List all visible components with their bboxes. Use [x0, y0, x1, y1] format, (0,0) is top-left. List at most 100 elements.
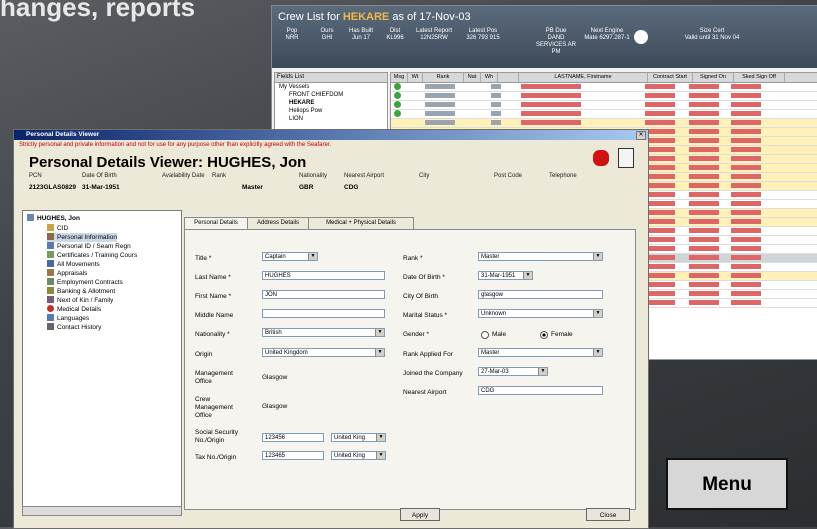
tree-item-my-vessels[interactable]: My Vessels	[275, 83, 387, 91]
tree-item-next-of-kin[interactable]: Next of Kin / Family	[47, 296, 113, 305]
table-cell	[689, 219, 719, 224]
col-header[interactable]: Contract Start	[648, 73, 693, 82]
col-header[interactable]: LASTNAME, Firstname	[519, 73, 648, 82]
table-cell	[645, 210, 675, 215]
tree-item-employment[interactable]: Employment Contracts	[47, 278, 123, 287]
table-cell	[731, 102, 761, 107]
col-header[interactable]: Wh	[481, 73, 498, 82]
table-cell	[425, 84, 455, 89]
marital-status-label: Marital Status *	[403, 312, 448, 319]
table-cell	[731, 192, 761, 197]
gender-male-label: Male	[492, 331, 507, 338]
tree-scrollbar[interactable]	[22, 506, 182, 516]
col-header[interactable]: Rank	[423, 73, 464, 82]
table-cell	[645, 201, 675, 206]
tree-item-personal-information[interactable]: Personal Information	[47, 233, 117, 242]
table-cell	[731, 210, 761, 215]
tree-item-movements[interactable]: All Movements	[47, 260, 100, 269]
tree-item-vessel[interactable]: LION	[275, 115, 387, 123]
table-cell	[645, 183, 675, 188]
last-name-label: Last Name *	[195, 274, 231, 281]
col-header[interactable]: Signed On	[693, 73, 734, 82]
joined-company-label: Joined the Company	[403, 370, 463, 377]
tree-item-personal-id[interactable]: Personal ID / Seam Regn	[47, 242, 131, 251]
tree-item-vessel[interactable]: Heliops Pow	[275, 107, 387, 115]
close-icon[interactable]: ✕	[636, 131, 646, 140]
social-security-origin-select[interactable]: United King ▼	[331, 433, 386, 442]
table-row[interactable]	[391, 83, 817, 92]
tab-medical-physical[interactable]: Medical + Physical Details	[308, 217, 414, 229]
tree-item-vessel[interactable]: FRONT CHIEFDOM	[275, 91, 387, 99]
table-row[interactable]	[391, 110, 817, 119]
menu-button[interactable]: Menu	[666, 458, 788, 510]
apply-button[interactable]: Apply	[400, 508, 440, 521]
origin-select[interactable]: United Kingdom ▼	[262, 348, 385, 357]
tree-item-languages[interactable]: Languages	[47, 314, 89, 323]
rank-select[interactable]: Master ▼	[478, 252, 603, 261]
stat-next-engine: Next Engine Mate 6297.287-1	[584, 28, 630, 41]
col-header[interactable]: Msg	[391, 73, 408, 82]
tree-item-banking[interactable]: Banking & Allotment	[47, 287, 115, 296]
social-security-field[interactable]: 123456	[262, 433, 324, 442]
personal-details-window: Personal Details Viewer ✕ Strictly perso…	[13, 129, 649, 529]
marital-status-select[interactable]: Unknown ▼	[478, 309, 603, 318]
table-cell	[731, 219, 761, 224]
table-cell	[689, 300, 719, 305]
col-header[interactable]: Nat	[464, 73, 481, 82]
table-cell	[731, 156, 761, 161]
tree-item-contact-history[interactable]: Contact History	[47, 323, 101, 332]
tax-origin-select[interactable]: United King ▼	[331, 451, 386, 460]
col-header[interactable]: Wt	[408, 73, 423, 82]
tree-root[interactable]: HUGHES, Jon	[27, 214, 80, 223]
joined-company-picker[interactable]: 27-Mar-03 ▼	[478, 367, 548, 376]
close-button[interactable]: Close	[586, 508, 630, 521]
chevron-down-icon: ▼	[376, 434, 385, 441]
table-cell	[731, 255, 761, 260]
table-cell	[689, 174, 719, 179]
table-row[interactable]	[391, 92, 817, 101]
rank-applied-select[interactable]: Master ▼	[478, 348, 603, 357]
print-icon[interactable]	[618, 148, 634, 168]
info-label-city: City	[419, 173, 430, 179]
table-cell	[731, 228, 761, 233]
status-icon	[394, 83, 401, 90]
tree-item-vessel[interactable]: HEKARE	[275, 99, 387, 107]
title-select[interactable]: Captain ▼	[262, 252, 318, 261]
col-header[interactable]: Sked Sign Off	[734, 73, 785, 82]
tree-item-certificates[interactable]: Certificates / Training Cours	[47, 251, 137, 260]
title-suffix: as of 17-Nov-03	[392, 11, 471, 23]
last-name-field[interactable]: HUGHES	[262, 271, 385, 280]
nearest-airport-field[interactable]: CDG	[478, 386, 603, 395]
tree-item-cid[interactable]: CID	[47, 224, 68, 233]
ship-icon[interactable]	[634, 30, 648, 44]
tree-item-appraisals[interactable]: Appraisals	[47, 269, 87, 278]
crew-list-header: Crew List for HEKARE as of 17-Nov-03 Pop…	[272, 6, 817, 68]
middle-name-field[interactable]	[262, 309, 385, 318]
table-cell	[731, 147, 761, 152]
table-cell	[689, 255, 719, 260]
stop-icon[interactable]	[593, 150, 609, 166]
dob-picker[interactable]: 31-Mar-1951 ▼	[478, 271, 533, 280]
tab-address-details[interactable]: Address Details	[247, 217, 309, 229]
table-row[interactable]	[391, 101, 817, 110]
gender-male-radio[interactable]	[481, 331, 489, 339]
table-cell	[689, 282, 719, 287]
gender-female-label: Female	[551, 331, 573, 338]
dob-label: Date Of Birth *	[403, 274, 445, 281]
tax-field[interactable]: 123465	[262, 451, 324, 460]
first-name-field[interactable]: JON	[262, 290, 385, 299]
vessel-name[interactable]: HEKARE	[343, 11, 389, 23]
city-of-birth-field[interactable]: glasgow	[478, 290, 603, 299]
page-title: Personal Details Viewer: HUGHES, Jon	[29, 154, 307, 171]
tree-item-medical[interactable]: Medical Details	[47, 305, 101, 314]
details-tree: HUGHES, Jon CID Personal Information Per…	[22, 210, 182, 508]
nationality-select[interactable]: British ▼	[262, 328, 385, 337]
nearest-airport-label: Nearest Airport	[403, 389, 447, 396]
personal-details-panel: Title * Captain ▼ Last Name * HUGHES Firs…	[184, 229, 636, 510]
title-label: Title *	[195, 255, 212, 262]
table-row[interactable]	[391, 119, 817, 128]
appraisal-icon	[47, 269, 54, 276]
col-header	[498, 73, 519, 82]
gender-female-radio[interactable]	[540, 331, 548, 339]
table-cell	[645, 264, 675, 269]
